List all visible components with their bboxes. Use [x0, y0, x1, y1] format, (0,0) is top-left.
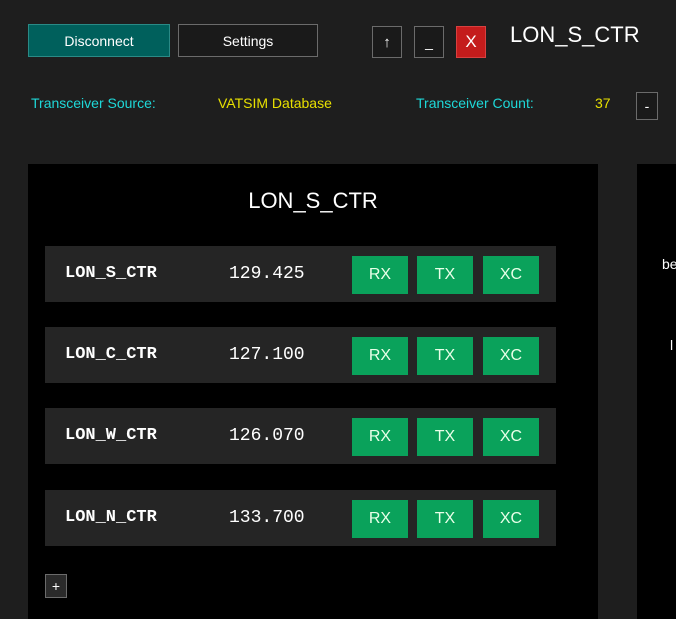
tx-toggle[interactable]: TX	[417, 337, 473, 375]
tx-toggle[interactable]: TX	[417, 418, 473, 456]
transceiver-count-value: 37	[595, 95, 611, 111]
tx-toggle[interactable]: TX	[417, 256, 473, 294]
rx-toggle[interactable]: RX	[352, 256, 408, 294]
clipped-text: be	[662, 256, 676, 272]
station-row: LON_W_CTR 126.070 RX TX XC	[45, 408, 556, 464]
panel-title: LON_S_CTR	[248, 188, 378, 213]
add-station-button[interactable]: +	[45, 574, 67, 598]
settings-button[interactable]: Settings	[178, 24, 318, 57]
disconnect-button[interactable]: Disconnect	[28, 24, 170, 57]
station-row: LON_S_CTR 129.425 RX TX XC	[45, 246, 556, 302]
transceiver-source-value: VATSIM Database	[218, 95, 332, 111]
rx-toggle[interactable]: RX	[352, 337, 408, 375]
rx-toggle[interactable]: RX	[352, 500, 408, 538]
xc-toggle[interactable]: XC	[483, 337, 539, 375]
xc-toggle[interactable]: XC	[483, 500, 539, 538]
station-callsign: LON_N_CTR	[65, 508, 157, 527]
secondary-panel: be l	[637, 164, 676, 619]
station-row: LON_N_CTR 133.700 RX TX XC	[45, 490, 556, 546]
station-frequency: 133.700	[229, 508, 305, 528]
station-callsign: LON_C_CTR	[65, 345, 157, 364]
collapse-button[interactable]: -	[636, 92, 658, 120]
transceiver-source-label: Transceiver Source:	[31, 95, 156, 111]
tx-toggle[interactable]: TX	[417, 500, 473, 538]
minimize-button[interactable]: _	[414, 26, 444, 58]
rx-toggle[interactable]: RX	[352, 418, 408, 456]
xc-toggle[interactable]: XC	[483, 256, 539, 294]
station-frequency: 126.070	[229, 426, 305, 446]
station-frequency: 127.100	[229, 345, 305, 365]
arrow-up-icon[interactable]: ↑	[372, 26, 402, 58]
station-frequency: 129.425	[229, 264, 305, 284]
close-button[interactable]: X	[456, 26, 486, 58]
xc-toggle[interactable]: XC	[483, 418, 539, 456]
station-callsign: LON_W_CTR	[65, 426, 157, 445]
clipped-text: l	[670, 337, 674, 353]
station-panel: LON_S_CTR LON_S_CTR 129.425 RX TX XC LON…	[28, 164, 598, 619]
station-row: LON_C_CTR 127.100 RX TX XC	[45, 327, 556, 383]
window-title: LON_S_CTR	[510, 22, 640, 47]
transceiver-count-label: Transceiver Count:	[416, 95, 534, 111]
station-callsign: LON_S_CTR	[65, 264, 157, 283]
